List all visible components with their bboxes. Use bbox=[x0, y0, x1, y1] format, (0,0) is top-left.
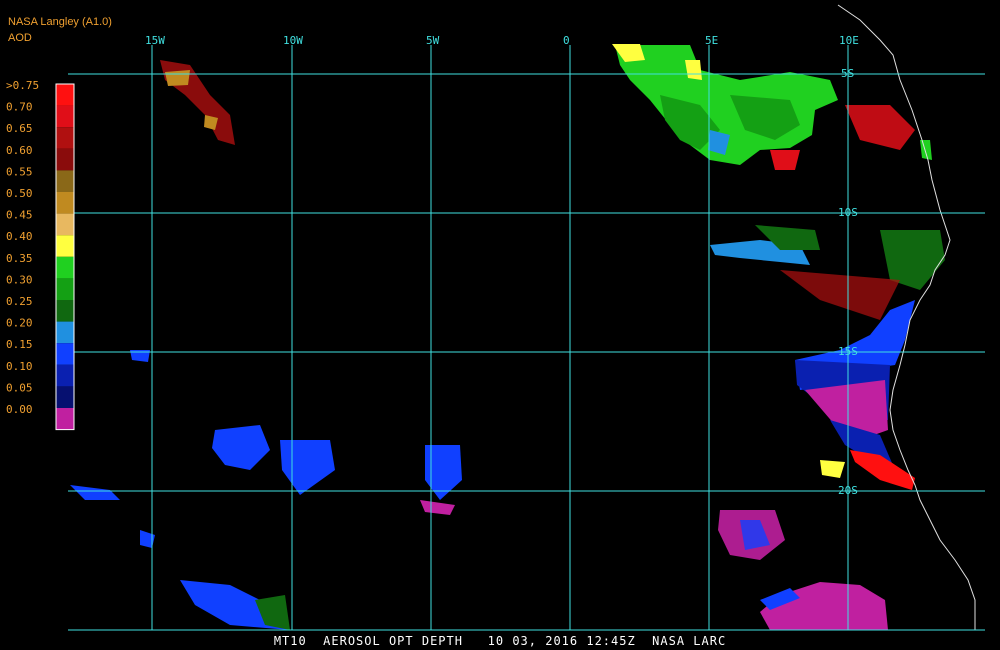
legend-swatch bbox=[56, 364, 74, 387]
legend-swatch bbox=[56, 192, 74, 214]
lon-label: 15W bbox=[145, 34, 165, 47]
lon-label: 10E bbox=[839, 34, 859, 47]
legend-label: 0.40 bbox=[6, 230, 33, 243]
legend-swatch bbox=[56, 408, 74, 430]
legend-label: 0.20 bbox=[6, 317, 33, 330]
lon-label: 0 bbox=[563, 34, 570, 47]
legend-label: 0.60 bbox=[6, 144, 33, 157]
legend-swatch bbox=[56, 256, 74, 279]
legend-label: 0.25 bbox=[6, 295, 33, 308]
legend-label: 0.70 bbox=[6, 101, 33, 114]
lat-label: 15S bbox=[838, 345, 858, 358]
lon-label: 10W bbox=[283, 34, 303, 47]
legend-swatch bbox=[56, 278, 74, 300]
lon-label: 5E bbox=[705, 34, 718, 47]
lon-label: 5W bbox=[426, 34, 440, 47]
legend-label: 0.45 bbox=[6, 209, 33, 222]
footer-caption: MT10 AEROSOL OPT DEPTH 10 03, 2016 12:45… bbox=[273, 634, 727, 648]
legend-label: 0.65 bbox=[6, 122, 33, 135]
legend-label: >0.75 bbox=[6, 79, 39, 92]
legend-label: 0.35 bbox=[6, 252, 33, 265]
legend-label: 0.30 bbox=[6, 273, 33, 286]
org-title: NASA Langley (A1.0) bbox=[8, 16, 112, 28]
legend-swatch bbox=[56, 105, 74, 128]
legend-swatch bbox=[56, 170, 74, 192]
legend-swatch bbox=[56, 84, 74, 106]
lat-label: 10S bbox=[838, 206, 858, 219]
legend-swatch bbox=[56, 235, 74, 257]
legend-label: 0.55 bbox=[6, 165, 33, 178]
legend-swatch bbox=[56, 213, 74, 236]
legend-label: 0.05 bbox=[6, 381, 33, 394]
legend-swatch bbox=[56, 386, 74, 408]
legend-label: 0.50 bbox=[6, 187, 33, 200]
legend-swatch bbox=[56, 343, 74, 365]
product-title: AOD bbox=[8, 32, 32, 44]
legend-swatch bbox=[56, 300, 74, 322]
legend-swatch bbox=[56, 148, 74, 171]
legend-swatch bbox=[56, 321, 74, 344]
lat-label: 5S bbox=[841, 67, 854, 80]
aod-map: 15W 10W 5W 0 5E 10E 5S 10S 15S 20S >0.75… bbox=[0, 0, 1000, 650]
lat-label: 20S bbox=[838, 484, 858, 497]
legend-label: 0.15 bbox=[6, 338, 33, 351]
legend-label: 0.10 bbox=[6, 360, 33, 373]
legend-swatch bbox=[56, 127, 74, 149]
legend-label: 0.00 bbox=[6, 403, 33, 416]
